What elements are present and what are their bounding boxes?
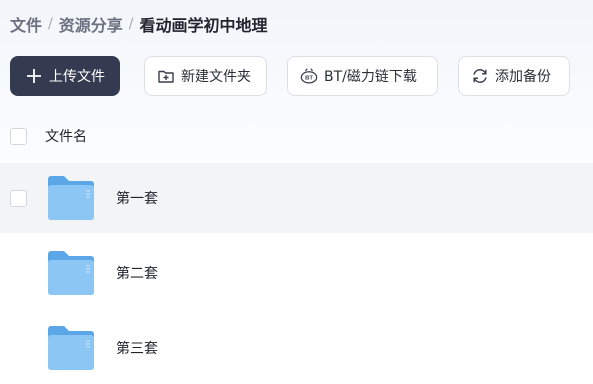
bt-magnet-download-label: BT/磁力链下载 bbox=[324, 69, 417, 85]
row-checkbox[interactable] bbox=[10, 190, 27, 207]
new-folder-icon bbox=[157, 67, 175, 85]
breadcrumb: 文件 / 资源分享 / 看动画学初中地理 bbox=[10, 12, 267, 36]
folder-icon bbox=[46, 250, 96, 296]
table-row[interactable]: 第三套 bbox=[0, 313, 593, 383]
upload-file-button[interactable]: 上传文件 bbox=[10, 56, 120, 96]
file-list-header: 文件名 bbox=[0, 118, 593, 154]
breadcrumb-resource-share[interactable]: 资源分享 bbox=[59, 12, 123, 36]
svg-text:BT: BT bbox=[305, 76, 313, 82]
toolbar: 上传文件 新建文件夹 BT BT/磁力链下载 添加备份 bbox=[10, 56, 570, 96]
bt-icon: BT bbox=[300, 67, 318, 85]
new-folder-label: 新建文件夹 bbox=[181, 69, 251, 85]
select-all-checkbox[interactable] bbox=[10, 127, 27, 145]
breadcrumb-separator: / bbox=[128, 16, 134, 32]
folder-name[interactable]: 第三套 bbox=[116, 338, 158, 358]
column-filename[interactable]: 文件名 bbox=[45, 126, 87, 146]
breadcrumb-current-folder: 看动画学初中地理 bbox=[139, 16, 268, 35]
upload-file-label: 上传文件 bbox=[49, 69, 105, 85]
new-folder-button[interactable]: 新建文件夹 bbox=[144, 56, 267, 96]
table-row[interactable]: 第一套 bbox=[0, 163, 593, 233]
folder-name[interactable]: 第二套 bbox=[116, 263, 158, 283]
sync-icon bbox=[471, 67, 489, 85]
folder-icon bbox=[46, 175, 96, 221]
add-backup-button[interactable]: 添加备份 bbox=[458, 56, 570, 96]
bt-magnet-download-button[interactable]: BT BT/磁力链下载 bbox=[287, 56, 438, 96]
plus-icon bbox=[25, 67, 43, 85]
breadcrumb-separator: / bbox=[48, 16, 53, 32]
table-row[interactable]: 第二套 bbox=[0, 238, 593, 308]
folder-name[interactable]: 第一套 bbox=[116, 188, 158, 208]
folder-icon bbox=[46, 325, 96, 371]
breadcrumb-files[interactable]: 文件 bbox=[10, 12, 42, 36]
add-backup-label: 添加备份 bbox=[495, 69, 551, 85]
